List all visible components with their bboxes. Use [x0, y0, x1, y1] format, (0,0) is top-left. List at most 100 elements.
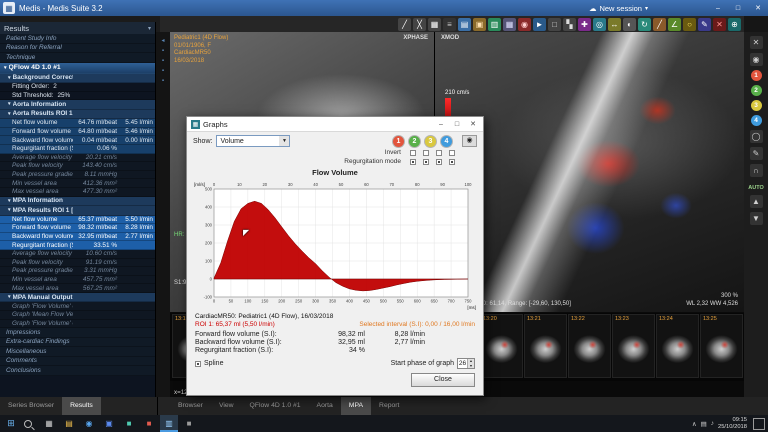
- taskbar-app-file-explorer[interactable]: ▤: [60, 415, 78, 432]
- window-button-maximize[interactable]: □: [728, 0, 748, 16]
- viewport-tool-magnet[interactable]: ∩: [750, 164, 763, 177]
- titlebar[interactable]: ▦ Medis - Medis Suite 3.2 ☁ New session …: [0, 0, 768, 16]
- viewport-tool-page-down[interactable]: ▼: [750, 212, 763, 225]
- viewport-tool-page-up[interactable]: ▲: [750, 195, 763, 208]
- invert-checkbox[interactable]: [423, 150, 429, 156]
- roi-chip-roi-3[interactable]: 3: [425, 136, 436, 147]
- tree-row[interactable]: Patient Study Info: [0, 34, 155, 44]
- toolbar-icon-roi-draw-tool[interactable]: ✎: [698, 18, 711, 31]
- toolbar-icon-zoom-tool[interactable]: ◎: [593, 18, 606, 31]
- tree-row[interactable]: Reason for Referral: [0, 44, 155, 54]
- window-button-minimize[interactable]: –: [708, 0, 728, 16]
- toolbar-icon-grid-layout[interactable]: ▦: [428, 18, 441, 31]
- viewport-tool-pencil[interactable]: ✎: [750, 147, 763, 160]
- toolbar-icon-layout-1x1[interactable]: □: [548, 18, 561, 31]
- tab-browser[interactable]: Browser: [170, 397, 211, 415]
- tree-row[interactable]: Net flow volume 65.37 ml/beat 5.50 l/min: [0, 216, 155, 225]
- dialog-button-dialog-maximize[interactable]: □: [449, 118, 465, 131]
- edge-icon-collapse-panel[interactable]: ◂: [161, 38, 164, 44]
- tree-row[interactable]: Max vessel area 477.30 mm²: [0, 188, 155, 197]
- tab-view[interactable]: View: [211, 397, 242, 415]
- tree-row[interactable]: Extra-cardiac Findings: [0, 338, 155, 348]
- regurgitation-checkbox[interactable]: [449, 159, 455, 165]
- edge-icon-tool-dot-4[interactable]: ▪: [162, 78, 164, 84]
- tree-row[interactable]: Miscellaneous: [0, 347, 155, 357]
- tree-row[interactable]: Peak pressure gradient 3.31 mmHg: [0, 267, 155, 276]
- start-button[interactable]: ⊞: [0, 415, 22, 432]
- window-button-close[interactable]: ✕: [748, 0, 768, 16]
- toolbar-icon-patient-study[interactable]: ▣: [473, 18, 486, 31]
- regurgitation-checkbox[interactable]: [410, 159, 416, 165]
- tree-row[interactable]: Forward flow volume (S.I) 98.32 ml/beat …: [0, 224, 155, 233]
- edge-icon-tool-dot-1[interactable]: ▪: [162, 48, 164, 54]
- tree-row[interactable]: Min vessel area 457.75 mm²: [0, 276, 155, 285]
- edge-icon-tool-dot-3[interactable]: ▪: [162, 68, 164, 74]
- tree-row[interactable]: Min vessel area 412.36 mm²: [0, 179, 155, 188]
- regurgitation-checkbox[interactable]: [423, 159, 429, 165]
- viewport-tool-delete[interactable]: ✕: [750, 36, 763, 49]
- tree-row[interactable]: Background Correction: [0, 74, 155, 84]
- toolbar-icon-save-report[interactable]: ▥: [488, 18, 501, 31]
- start-phase-stepper[interactable]: 26 ▲▼: [457, 358, 475, 369]
- toolbar-icon-angle-tool[interactable]: ∠: [668, 18, 681, 31]
- tree-row[interactable]: MPA Manual Output: [0, 293, 155, 303]
- tree-row[interactable]: Aorta Information: [0, 100, 155, 110]
- tree-row[interactable]: Regurgitant fraction (S.I) 33.51 %: [0, 241, 155, 250]
- edge-icon-tool-dot-2[interactable]: ▪: [162, 58, 164, 64]
- search-icon[interactable]: [24, 420, 32, 428]
- graphs-dialog-titlebar[interactable]: ▦ Graphs –□✕: [187, 117, 483, 132]
- tree-row[interactable]: Backward flow volume (S.I) 32.95 ml/beat…: [0, 233, 155, 242]
- toolbar-icon-snapshot[interactable]: ◉: [518, 18, 531, 31]
- dialog-button-dialog-minimize[interactable]: –: [433, 118, 449, 131]
- toolbar-icon-cross-section[interactable]: ╳: [413, 18, 426, 31]
- filmstrip-thumb[interactable]: 13:20: [480, 314, 523, 378]
- tree-row[interactable]: Technique: [0, 53, 155, 63]
- tree-row[interactable]: Fitting Order: 2: [0, 83, 155, 92]
- tree-row[interactable]: MPA Information: [0, 197, 155, 207]
- close-button[interactable]: Close: [411, 373, 475, 387]
- tree-row[interactable]: MPA Results ROI 1 [ROI 1] slice 1: [0, 206, 155, 216]
- roi-chip-roi-4[interactable]: 4: [751, 115, 762, 126]
- toolbar-icon-ruler-tool[interactable]: ╱: [653, 18, 666, 31]
- panel-pin-icon[interactable]: ▾: [148, 25, 151, 32]
- tree-row[interactable]: Graph 'Flow Volume' of S1901: [0, 302, 155, 311]
- tray-icon-tray-volume[interactable]: ♪: [711, 420, 714, 428]
- tab-report[interactable]: Report: [371, 397, 407, 415]
- tree-row[interactable]: Average flow velocity 10.60 cm/s: [0, 250, 155, 259]
- toolbar-icon-rotate-tool[interactable]: ↻: [638, 18, 651, 31]
- tree-row[interactable]: Regurgitant fraction (S.I) 0.06 %: [0, 145, 155, 154]
- tab-series-browser[interactable]: Series Browser: [0, 397, 62, 415]
- taskbar-app-task-view[interactable]: ▦: [40, 415, 58, 432]
- filmstrip-thumb[interactable]: 13:24: [656, 314, 699, 378]
- toolbar-icon-print[interactable]: ▦: [503, 18, 516, 31]
- toolbar-icon-layout-2x2[interactable]: ▚: [563, 18, 576, 31]
- taskbar-clock[interactable]: 09:15 25/10/2018: [718, 417, 747, 430]
- tree-row[interactable]: Backward flow volume (S.I) 0.04 ml/beat …: [0, 136, 155, 145]
- toolbar-icon-line-profile[interactable]: ╱: [398, 18, 411, 31]
- filmstrip-thumb[interactable]: 13:23: [612, 314, 655, 378]
- dialog-button-dialog-close[interactable]: ✕: [465, 118, 481, 131]
- tree-row[interactable]: Graph 'Mean Flow Velocity' of S1901: [0, 311, 155, 320]
- tree-row[interactable]: Conclusions: [0, 366, 155, 376]
- invert-checkbox[interactable]: [449, 150, 455, 156]
- tray-icon-tray-expand[interactable]: ∧: [692, 420, 697, 428]
- tree-row[interactable]: Peak pressure gradient 8.11 mmHg: [0, 171, 155, 180]
- tab-qflow-4d[interactable]: QFlow 4D 1.0 #1: [242, 397, 309, 415]
- taskbar-app-app-gray[interactable]: ■: [180, 415, 198, 432]
- viewport-tool-snapshot[interactable]: ◉: [750, 53, 763, 66]
- show-select[interactable]: Volume ▼: [216, 135, 290, 147]
- tree-row[interactable]: QFlow 4D 1.0 #1: [0, 63, 155, 74]
- toolbar-icon-delete-roi[interactable]: ✕: [713, 18, 726, 31]
- tree-row[interactable]: Aorta Results ROI 1 [ROI 1] slice 1: [0, 110, 155, 120]
- roi-chip-roi-1[interactable]: 1: [751, 70, 762, 81]
- tab-aorta[interactable]: Aorta: [309, 397, 341, 415]
- tree-row[interactable]: Average flow velocity 20.21 cm/s: [0, 154, 155, 163]
- roi-chip-roi-2[interactable]: 2: [409, 136, 420, 147]
- tab-results[interactable]: Results: [62, 397, 101, 415]
- auto-contour-label[interactable]: AUTO: [748, 185, 763, 191]
- tree-row[interactable]: Std Threshold: 25%: [0, 92, 155, 101]
- filmstrip-thumb[interactable]: 13:21: [524, 314, 567, 378]
- toolbar-icon-series-browser[interactable]: ▤: [458, 18, 471, 31]
- roi-chip-roi-1[interactable]: 1: [393, 136, 404, 147]
- taskbar-app-app-red[interactable]: ■: [140, 415, 158, 432]
